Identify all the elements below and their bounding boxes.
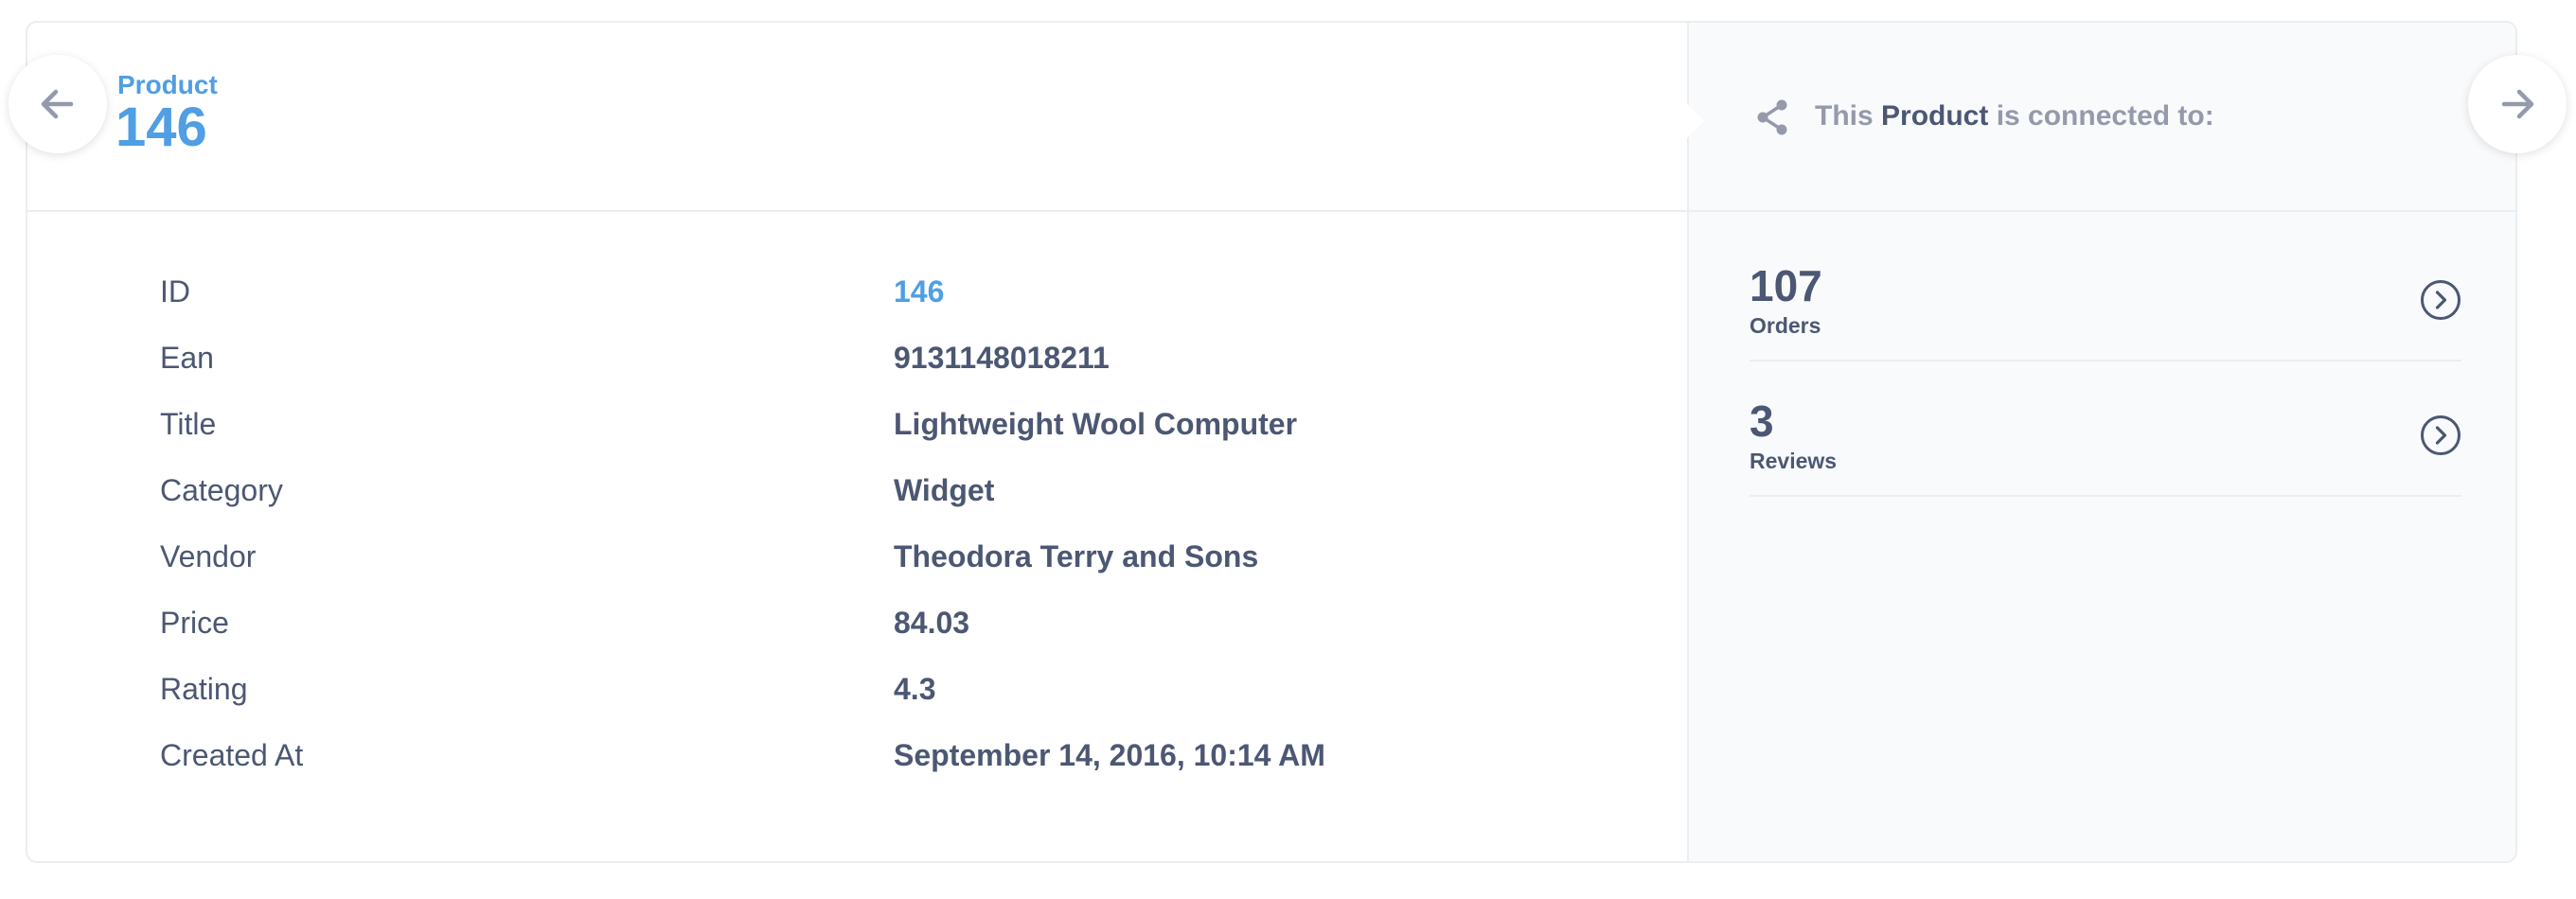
- field-row-created-at: Created At September 14, 2016, 10:14 AM: [27, 737, 1687, 803]
- field-label: Title: [160, 407, 217, 441]
- field-label: Vendor: [160, 539, 257, 573]
- relationship-label: Reviews: [1750, 449, 1838, 473]
- relationships-header: This Product is connected to:: [1687, 23, 2515, 212]
- field-label: Ean: [160, 341, 214, 375]
- field-label: Created At: [160, 738, 304, 772]
- chevron-right-circle-icon[interactable]: [2420, 279, 2461, 321]
- relationship-item-reviews[interactable]: 3 Reviews: [1750, 361, 2461, 497]
- panel-pointer: [1687, 104, 1704, 138]
- chevron-right-circle-icon[interactable]: [2420, 414, 2461, 456]
- field-value-id-link[interactable]: 146: [894, 273, 944, 309]
- field-label: Rating: [160, 672, 248, 706]
- field-row-ean: Ean 9131148018211: [27, 340, 1687, 406]
- connected-to-text: This Product is connected to:: [1815, 100, 2214, 132]
- arrow-left-icon: [41, 89, 74, 119]
- relationships-panel: This Product is connected to: 107 Orders…: [1687, 23, 2515, 861]
- field-value: Widget: [894, 473, 995, 507]
- entity-id-title: 146: [115, 97, 207, 158]
- field-value: 84.03: [894, 606, 970, 640]
- connected-prefix: This: [1815, 100, 1882, 132]
- relationship-count: 3: [1750, 397, 1774, 446]
- field-label: ID: [160, 274, 190, 308]
- field-row-price: Price 84.03: [27, 605, 1687, 671]
- field-value: 9131148018211: [894, 341, 1110, 375]
- next-record-button[interactable]: [2468, 55, 2567, 153]
- field-value: Theodora Terry and Sons: [894, 539, 1259, 573]
- field-value: Lightweight Wool Computer: [894, 407, 1298, 441]
- field-row-vendor: Vendor Theodora Terry and Sons: [27, 538, 1687, 605]
- relationship-label: Orders: [1750, 313, 1821, 338]
- field-row-id: ID 146: [27, 273, 1687, 340]
- field-label: Category: [160, 473, 283, 507]
- share-icon: [1757, 99, 1787, 135]
- field-row-rating: Rating 4.3: [27, 671, 1687, 737]
- field-label: Price: [160, 606, 229, 640]
- detail-fields: ID 146 Ean 9131148018211 Title Lightweig…: [27, 273, 1687, 803]
- object-header: Product 146: [27, 23, 1687, 212]
- relationship-item-orders[interactable]: 107 Orders: [1750, 226, 2461, 361]
- connected-entity: Product: [1881, 100, 1989, 132]
- field-value: 4.3: [894, 672, 936, 706]
- relationship-list: 107 Orders 3 Reviews: [1750, 226, 2461, 497]
- connected-suffix: is connected to:: [1988, 100, 2214, 132]
- relationship-count: 107: [1750, 261, 1822, 310]
- field-value: September 14, 2016, 10:14 AM: [894, 738, 1325, 772]
- field-row-title: Title Lightweight Wool Computer: [27, 406, 1687, 472]
- previous-record-button[interactable]: [9, 55, 107, 153]
- object-detail-card: Product 146 ID 146 Ean 9131148018211 Tit…: [26, 21, 2517, 863]
- arrow-right-icon: [2501, 89, 2534, 119]
- field-row-category: Category Widget: [27, 472, 1687, 538]
